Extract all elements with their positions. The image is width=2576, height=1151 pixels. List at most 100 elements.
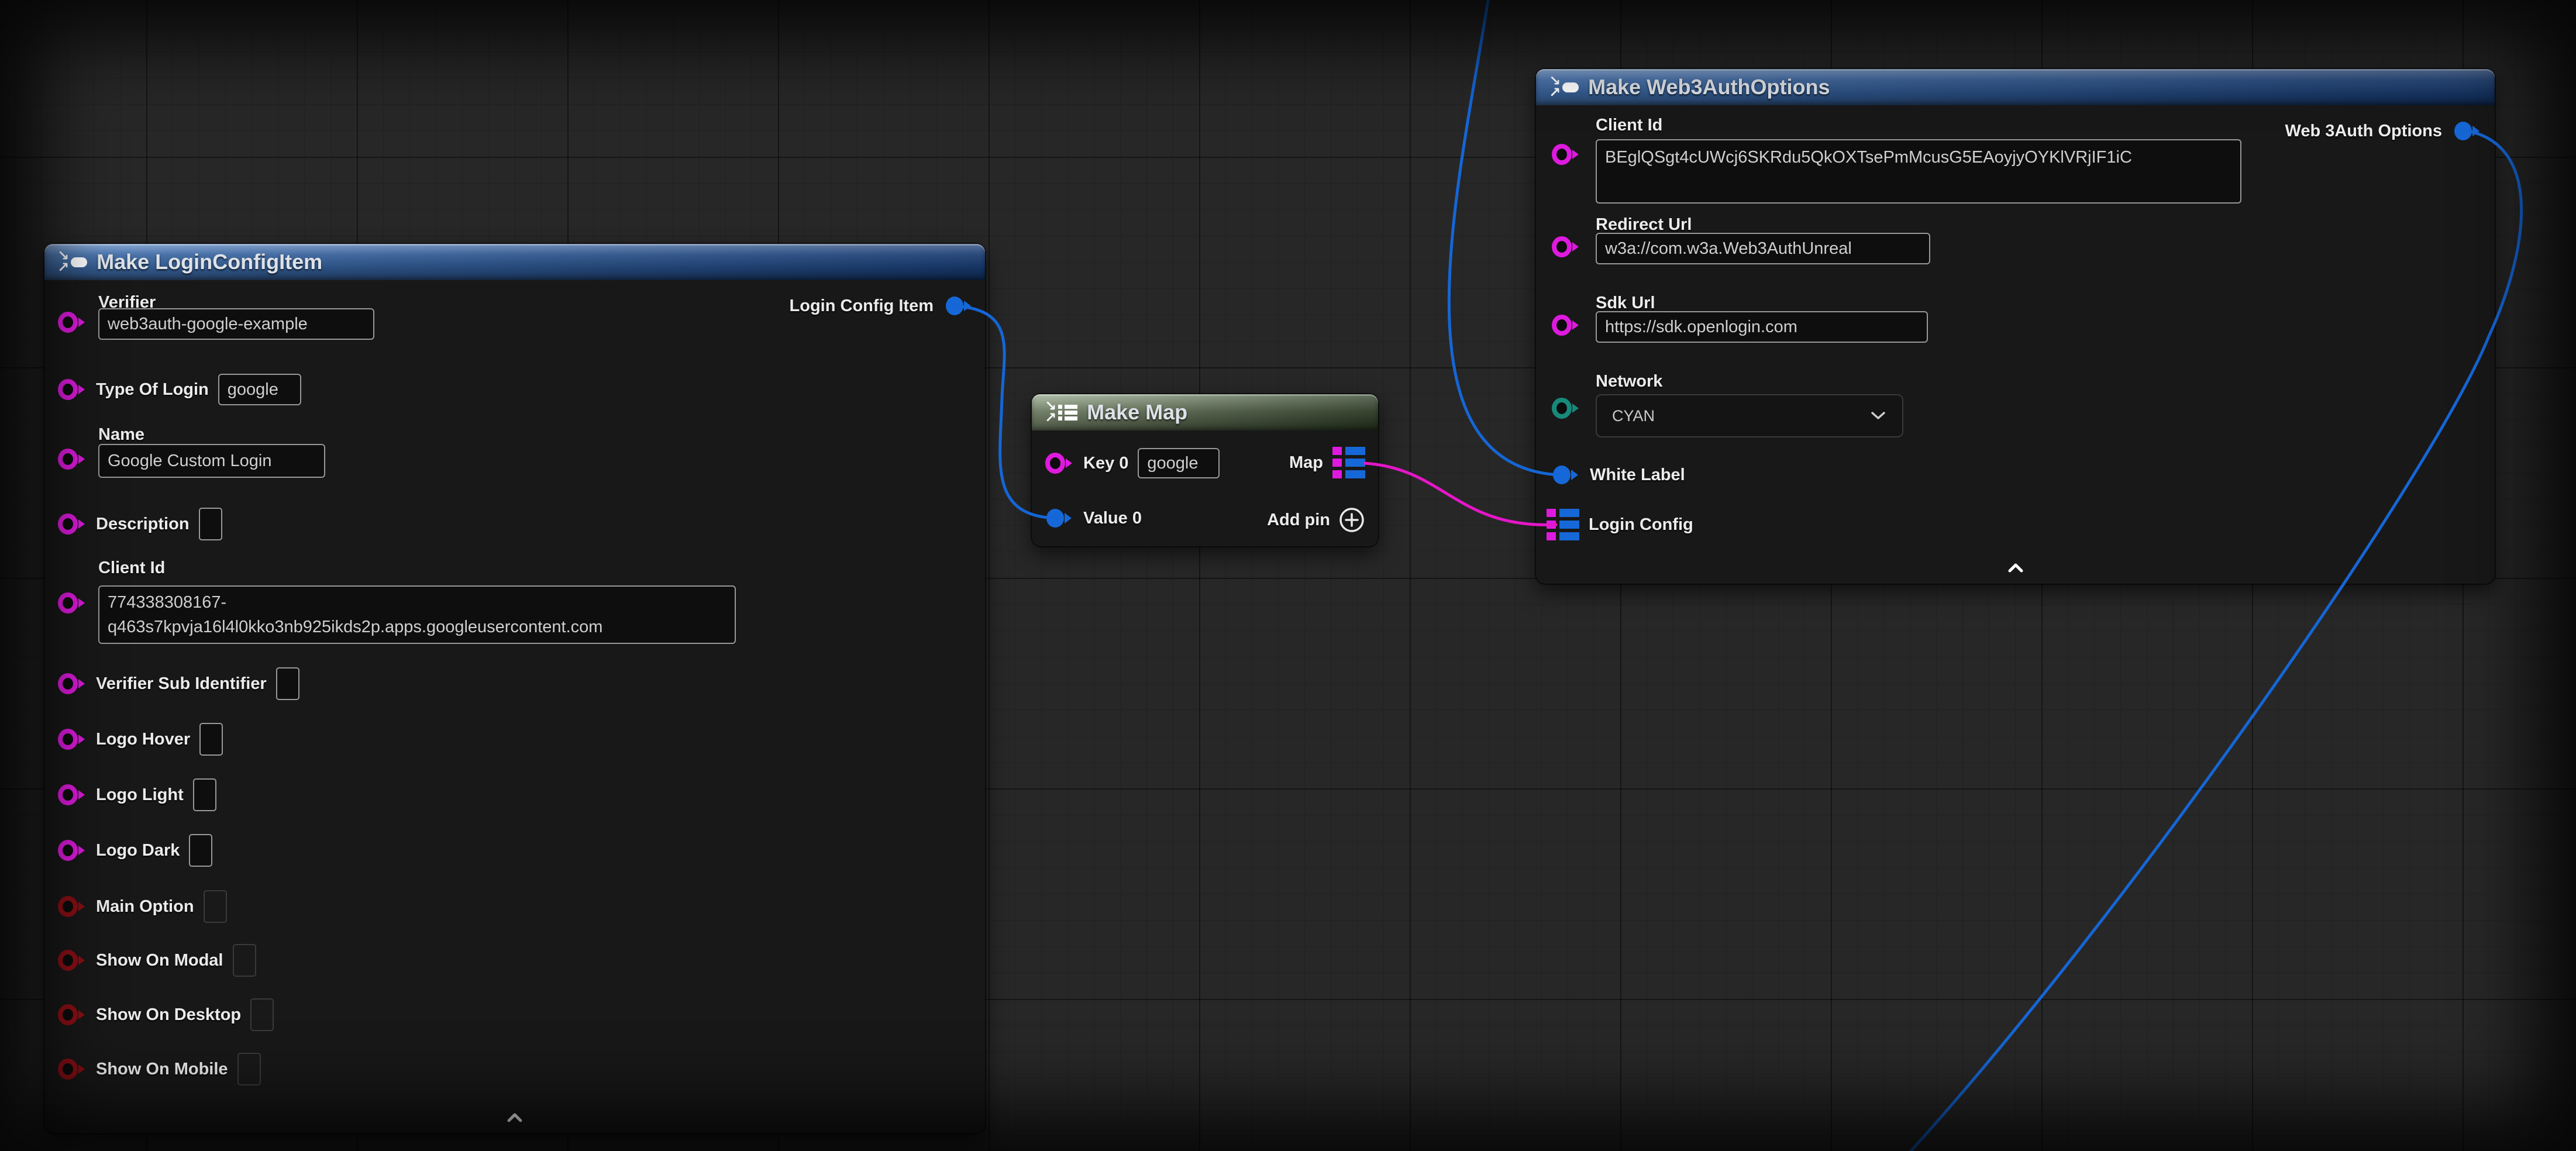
pin-label-logo-light: Logo Light bbox=[96, 785, 184, 805]
output-pin-web3auth-options[interactable] bbox=[2451, 118, 2482, 144]
pin-row-value-0: Value 0 bbox=[1044, 505, 1142, 531]
input-pin-show-on-modal[interactable] bbox=[56, 947, 87, 973]
node-title: Make LoginConfigItem bbox=[97, 250, 322, 274]
input-pin-white-label[interactable] bbox=[1550, 462, 1580, 488]
pin-label-show-on-desktop: Show On Desktop bbox=[96, 1005, 241, 1025]
node-make-map: ↘↗ Make Map Key 0 google Map Value 0 Add… bbox=[1032, 394, 1378, 546]
pin-row-logo-light: Logo Light bbox=[56, 778, 216, 811]
sdk-url-field[interactable]: https://sdk.openlogin.com bbox=[1596, 311, 1928, 343]
input-pin-network[interactable] bbox=[1550, 395, 1580, 421]
node-title: Make Web3AuthOptions bbox=[1588, 75, 1830, 99]
pin-label-name: Name bbox=[98, 425, 144, 444]
main-option-checkbox[interactable] bbox=[204, 890, 227, 923]
show-on-desktop-checkbox[interactable] bbox=[250, 998, 274, 1031]
input-pin-type-of-login[interactable] bbox=[56, 377, 87, 402]
pin-label-description: Description bbox=[96, 515, 190, 534]
node-title: Make Map bbox=[1087, 400, 1187, 425]
pin-row-show-on-modal: Show On Modal bbox=[56, 944, 256, 977]
input-pin-login-config[interactable] bbox=[1547, 509, 1579, 540]
pin-label-logo-dark: Logo Dark bbox=[96, 841, 180, 860]
input-pin-show-on-mobile[interactable] bbox=[56, 1056, 87, 1082]
node-make-loginconfigitem: ↘↗ Make LoginConfigItem Login Config Ite… bbox=[44, 244, 985, 1133]
pin-label-logo-hover: Logo Hover bbox=[96, 730, 190, 749]
verifier-sub-identifier-field[interactable] bbox=[276, 667, 299, 700]
input-pin-client-id[interactable] bbox=[1550, 142, 1580, 167]
output-row-map: Map bbox=[1289, 447, 1365, 478]
pin-row-logo-hover: Logo Hover bbox=[56, 723, 223, 756]
node-header-make-loginconfigitem[interactable]: ↘↗ Make LoginConfigItem bbox=[44, 244, 985, 280]
output-pin-label-map: Map bbox=[1289, 453, 1323, 473]
wire-map-to-loginconfig[interactable] bbox=[1364, 463, 1557, 525]
input-pin-logo-light[interactable] bbox=[56, 782, 87, 808]
input-pin-key-0[interactable] bbox=[1044, 450, 1074, 476]
pin-label-show-on-modal: Show On Modal bbox=[96, 951, 223, 970]
node-make-web3authoptions: ↘↗ Make Web3AuthOptions Web 3Auth Option… bbox=[1536, 69, 2495, 584]
pin-label-network: Network bbox=[1596, 372, 1662, 391]
type-of-login-field[interactable]: google bbox=[218, 374, 301, 405]
client-id-field[interactable]: BEglQSgt4cUWcj6SKRdu5QkOXTsePmMcusG5EAoy… bbox=[1596, 139, 2241, 204]
add-pin-button[interactable]: Add pin bbox=[1267, 506, 1365, 533]
pin-label-sdk-url: Sdk Url bbox=[1596, 294, 1655, 313]
blueprint-graph-canvas[interactable]: ↘↗ Make LoginConfigItem Login Config Ite… bbox=[0, 0, 2576, 1151]
redirect-url-field[interactable]: w3a://com.w3a.Web3AuthUnreal bbox=[1596, 233, 1930, 264]
pin-row-login-config: Login Config bbox=[1547, 509, 1693, 540]
input-pin-verifier-sub-identifier[interactable] bbox=[56, 671, 87, 697]
node-header-make-web3authoptions[interactable]: ↘↗ Make Web3AuthOptions bbox=[1536, 69, 2495, 105]
output-pin-login-config-item[interactable] bbox=[943, 293, 973, 319]
pin-label-main-option: Main Option bbox=[96, 897, 194, 916]
input-pin-verifier[interactable] bbox=[56, 309, 87, 335]
node-header-make-map[interactable]: ↘↗ Make Map bbox=[1032, 394, 1378, 430]
input-pin-logo-dark[interactable] bbox=[56, 838, 87, 863]
logo-light-field[interactable] bbox=[193, 778, 216, 811]
show-on-modal-checkbox[interactable] bbox=[233, 944, 256, 977]
pin-label-login-config: Login Config bbox=[1589, 515, 1693, 535]
pin-row-show-on-mobile: Show On Mobile bbox=[56, 1053, 261, 1085]
network-dropdown-value: CYAN bbox=[1612, 407, 1655, 425]
output-row-login-config-item: Login Config Item bbox=[790, 293, 973, 319]
make-struct-icon: ↘↗ bbox=[1549, 75, 1579, 99]
pin-label-type-of-login: Type Of Login bbox=[96, 380, 209, 399]
add-pin-label: Add pin bbox=[1267, 511, 1330, 530]
input-pin-redirect-url[interactable] bbox=[1550, 234, 1580, 260]
input-pin-name[interactable] bbox=[56, 446, 87, 472]
network-dropdown[interactable]: CYAN bbox=[1596, 394, 1903, 437]
logo-hover-field[interactable] bbox=[199, 723, 223, 756]
pin-row-key-0: Key 0 google bbox=[1044, 448, 1220, 478]
pin-label-white-label: White Label bbox=[1590, 466, 1685, 485]
pin-label-verifier-sub-identifier: Verifier Sub Identifier bbox=[96, 674, 267, 694]
pin-row-white-label: White Label bbox=[1550, 462, 1685, 488]
pin-label-show-on-mobile: Show On Mobile bbox=[96, 1060, 228, 1079]
input-pin-show-on-desktop[interactable] bbox=[56, 1002, 87, 1028]
make-struct-icon: ↘↗ bbox=[57, 250, 87, 274]
pin-row-show-on-desktop: Show On Desktop bbox=[56, 998, 274, 1031]
output-pin-label: Login Config Item bbox=[790, 297, 934, 316]
pin-row-main-option: Main Option bbox=[56, 890, 227, 923]
collapse-chevron-icon[interactable] bbox=[504, 1112, 525, 1126]
pin-label-client-id: Client Id bbox=[98, 559, 165, 578]
dropdown-chevron-icon bbox=[1869, 411, 1887, 421]
output-pin-map[interactable] bbox=[1332, 447, 1365, 478]
make-map-icon: ↘↗ bbox=[1045, 401, 1077, 424]
verifier-field[interactable]: web3auth-google-example bbox=[98, 308, 374, 340]
pin-label-key-0: Key 0 bbox=[1083, 454, 1128, 473]
collapse-chevron-icon[interactable] bbox=[2005, 562, 2026, 577]
pin-row-logo-dark: Logo Dark bbox=[56, 834, 212, 867]
show-on-mobile-checkbox[interactable] bbox=[237, 1053, 261, 1085]
output-row-web3auth-options: Web 3Auth Options bbox=[2285, 118, 2482, 144]
key-0-field[interactable]: google bbox=[1138, 448, 1220, 478]
client-id-field[interactable]: 774338308167- q463s7kpvja16l4l0kko3nb925… bbox=[98, 585, 736, 644]
logo-dark-field[interactable] bbox=[189, 834, 212, 867]
description-field[interactable] bbox=[199, 508, 222, 540]
input-pin-value-0[interactable] bbox=[1044, 505, 1074, 531]
add-pin-icon bbox=[1338, 506, 1365, 533]
pin-row-description: Description bbox=[56, 508, 222, 540]
input-pin-sdk-url[interactable] bbox=[1550, 312, 1580, 338]
name-field[interactable]: Google Custom Login bbox=[98, 444, 325, 478]
input-pin-logo-hover[interactable] bbox=[56, 726, 87, 752]
input-pin-main-option[interactable] bbox=[56, 894, 87, 919]
pin-label-client-id: Client Id bbox=[1596, 116, 1662, 135]
input-pin-client-id[interactable] bbox=[56, 590, 87, 616]
pin-label-value-0: Value 0 bbox=[1083, 509, 1142, 528]
output-pin-label: Web 3Auth Options bbox=[2285, 122, 2442, 141]
input-pin-description[interactable] bbox=[56, 511, 87, 537]
